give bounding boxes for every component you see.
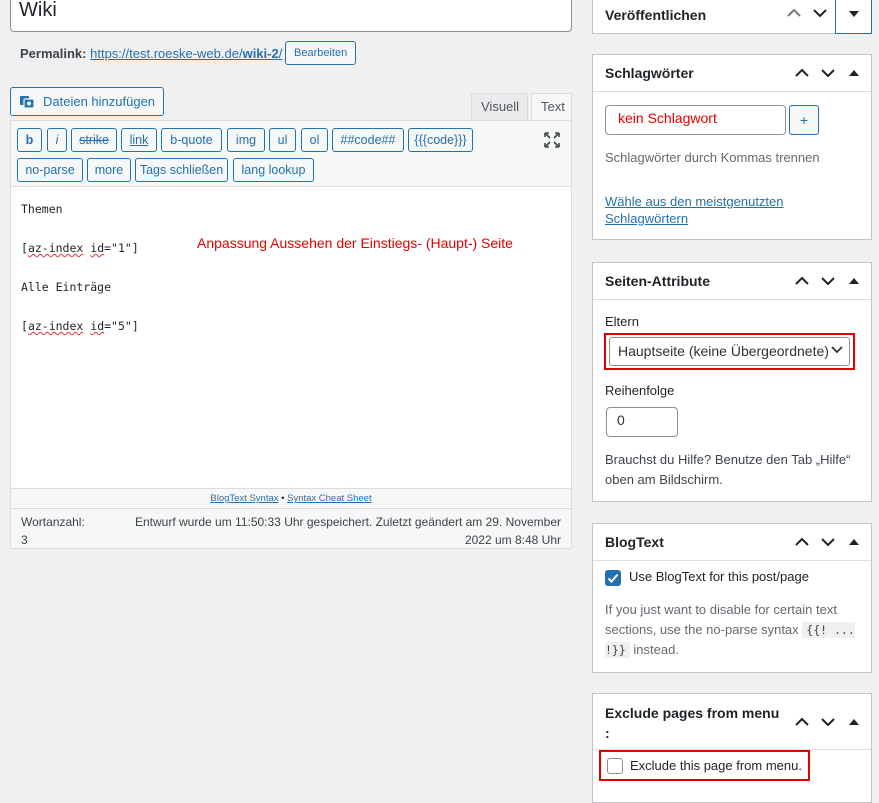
qt-code-button[interactable]: ##code## (332, 128, 404, 152)
tab-visual[interactable]: Visuell (471, 93, 528, 120)
page-attributes-header[interactable]: Seiten-Attribute (593, 263, 871, 300)
move-down-icon[interactable] (815, 704, 841, 740)
qt-ol-button[interactable]: ol (301, 128, 328, 152)
publish-box: Veröffentlichen (592, 0, 872, 34)
move-up-icon[interactable] (781, 0, 807, 31)
syntax-links: BlogText Syntax • Syntax Cheat Sheet (11, 488, 571, 507)
annotation-text: Anpassung Aussehen der Einstiegs- (Haupt… (197, 235, 513, 251)
toggle-panel-icon[interactable] (841, 263, 867, 299)
move-up-icon[interactable] (789, 55, 815, 91)
toggle-panel-icon[interactable] (841, 704, 867, 740)
qt-codeblock-button[interactable]: {{{code}}} (408, 128, 473, 152)
permalink-edit-button[interactable]: Bearbeiten (285, 41, 357, 65)
add-tag-button[interactable]: + (789, 105, 819, 135)
qt-italic-button[interactable]: i (47, 128, 67, 152)
move-down-icon[interactable] (815, 263, 841, 299)
word-count: Wortanzahl: 3 (21, 515, 85, 547)
qt-more-button[interactable]: more (87, 158, 131, 182)
toggle-panel-icon[interactable] (835, 0, 872, 34)
chevron-down-icon (831, 346, 843, 354)
toggle-panel-icon[interactable] (841, 524, 867, 560)
move-up-icon[interactable] (789, 524, 815, 560)
exclude-checkbox[interactable] (607, 758, 623, 774)
quicktags-toolbar: b i strike link b-quote img ul ol ##code… (11, 121, 571, 187)
tags-header[interactable]: Schlagwörter (593, 55, 871, 92)
permalink-label: Permalink: (20, 46, 87, 61)
qt-lang-lookup-button[interactable]: lang lookup (233, 158, 314, 182)
tag-hint: Schlagwörter durch Kommas trennen (605, 150, 820, 165)
tags-box: Schlagwörter kein Schlagwort + Schlagwör… (592, 54, 872, 240)
checkmark-icon (607, 573, 619, 583)
blogtext-box: BlogText Use BlogText for this post/page… (592, 523, 872, 673)
attributes-help: Brauchst du Hilfe? Benutze den Tab „Hilf… (605, 452, 851, 487)
content-textarea[interactable]: Themen [az-index id="1"] Alle Einträge [… (11, 188, 571, 488)
content-line: [az-index id="1"] (21, 241, 139, 255)
qt-noparse-button[interactable]: no-parse (17, 158, 83, 182)
page-attributes-box: Seiten-Attribute Eltern Hauptseite (kein… (592, 262, 872, 502)
exclude-pages-header[interactable]: Exclude pages from menu : (593, 694, 871, 750)
editor: b i strike link b-quote img ul ol ##code… (10, 120, 572, 549)
tag-input[interactable]: kein Schlagwort (605, 105, 786, 135)
move-up-icon[interactable] (789, 263, 815, 299)
add-media-button[interactable]: Dateien hinzufügen (10, 87, 164, 116)
order-input[interactable]: 0 (606, 407, 678, 437)
highlight-box: Exclude this page from menu. (599, 750, 810, 781)
parent-label: Eltern (605, 314, 639, 329)
move-down-icon[interactable] (815, 524, 841, 560)
exclude-checkbox-label[interactable]: Exclude this page from menu. (630, 758, 802, 773)
qt-blockquote-button[interactable]: b-quote (161, 128, 222, 152)
move-down-icon[interactable] (815, 55, 841, 91)
tab-text[interactable]: Text (531, 93, 572, 120)
blogtext-syntax-link[interactable]: BlogText Syntax (210, 493, 278, 504)
blogtext-header[interactable]: BlogText (593, 524, 871, 561)
qt-ul-button[interactable]: ul (269, 128, 296, 152)
move-down-icon[interactable] (807, 0, 833, 31)
qt-img-button[interactable]: img (227, 128, 265, 152)
exclude-pages-box: Exclude pages from menu : Exclude this p… (592, 693, 872, 803)
blogtext-help: If you just want to disable for certain … (605, 602, 855, 658)
qt-link-button[interactable]: link (121, 128, 157, 152)
qt-bold-button[interactable]: b (17, 128, 42, 152)
content-line: Alle Einträge (21, 280, 112, 294)
publish-header[interactable]: Veröffentlichen (593, 0, 871, 35)
parent-select[interactable]: Hauptseite (keine Übergeordnete) (609, 337, 850, 366)
cheat-sheet-link[interactable]: Syntax Cheat Sheet (287, 493, 372, 504)
toggle-panel-icon[interactable] (841, 55, 867, 91)
content-line: Themen (21, 202, 63, 216)
media-icon (19, 91, 35, 109)
title-input[interactable]: Wiki (10, 0, 572, 32)
blogtext-checkbox-label[interactable]: Use BlogText for this post/page (629, 569, 809, 584)
editor-status-bar: Wortanzahl: 3 Entwurf wurde um 11:50:33 U… (11, 508, 571, 548)
content-line: [az-index id="5"] (21, 319, 139, 333)
qt-close-tags-button[interactable]: Tags schließen (135, 158, 228, 182)
permalink: Permalink: https://test.roeske-web.de/wi… (20, 44, 282, 64)
qt-strike-button[interactable]: strike (71, 128, 117, 152)
order-label: Reihenfolge (605, 383, 675, 398)
autosave-status: Entwurf wurde um 11:50:33 Uhr gespeicher… (135, 515, 561, 547)
move-up-icon[interactable] (789, 704, 815, 740)
fullscreen-icon[interactable] (543, 131, 561, 149)
blogtext-checkbox[interactable] (605, 570, 621, 586)
highlight-box: Hauptseite (keine Übergeordnete) (604, 333, 855, 370)
permalink-url[interactable]: https://test.roeske-web.de/wiki-2/ (90, 46, 282, 61)
popular-tags-link[interactable]: Wähle aus den meistgenutzten Schlagwörte… (605, 193, 835, 227)
